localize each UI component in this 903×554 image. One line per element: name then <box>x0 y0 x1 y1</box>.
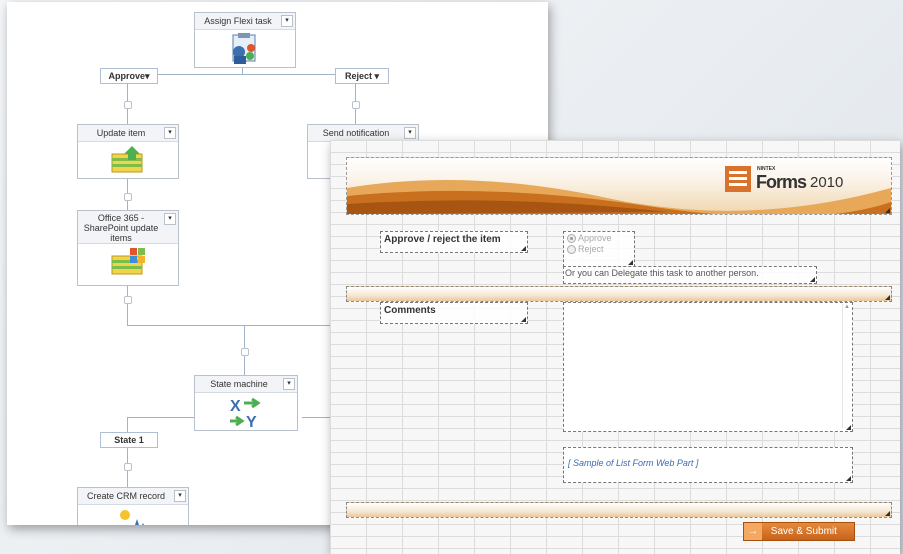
delegate-text-control[interactable]: Or you can Delegate this task to another… <box>563 266 817 284</box>
node-title: Create CRM record <box>86 491 166 501</box>
list-form-web-part[interactable]: [ Sample of List Form Web Part ] <box>563 447 853 483</box>
delegate-text: Or you can Delegate this task to another… <box>565 268 759 278</box>
branch-label: State 1 <box>114 435 144 445</box>
node-menu-dropdown[interactable]: ▾ <box>164 213 176 225</box>
connector-dot <box>352 101 360 109</box>
resize-handle[interactable] <box>885 295 890 300</box>
brand-year: 2010 <box>810 174 844 191</box>
connector-dot <box>241 348 249 356</box>
approve-reject-label: Approve / reject the item <box>384 234 501 245</box>
save-submit-button[interactable]: → Save & Submit <box>743 522 855 541</box>
office365-update-icon <box>111 248 145 275</box>
node-title: Assign Flexi task <box>204 16 272 26</box>
state-machine-node[interactable]: State machine ▾ X Y <box>194 375 298 431</box>
node-menu-dropdown[interactable]: ▾ <box>281 15 293 27</box>
connector-dot <box>124 296 132 304</box>
node-menu-dropdown[interactable]: ▾ <box>174 490 186 502</box>
node-menu-dropdown[interactable]: ▾ <box>164 127 176 139</box>
radio-option-approve[interactable]: Approve <box>564 232 634 244</box>
svg-text:Y: Y <box>246 414 257 429</box>
scrollbar[interactable]: ▲ <box>842 304 851 428</box>
resize-handle[interactable] <box>846 425 851 430</box>
approve-reject-radio-group[interactable]: Approve Reject <box>563 231 635 267</box>
resize-handle[interactable] <box>628 260 633 265</box>
scroll-up-icon: ▲ <box>844 304 850 310</box>
chevron-down-icon: ▾ <box>144 71 150 81</box>
section-separator <box>346 502 892 518</box>
state-machine-xy-icon: X Y <box>230 397 261 429</box>
node-title: Send notification <box>322 128 390 138</box>
node-menu-dropdown[interactable]: ▾ <box>404 127 416 139</box>
resize-handle[interactable] <box>521 246 526 251</box>
resize-handle[interactable] <box>810 277 815 282</box>
list-form-text: [ Sample of List Form Web Part ] <box>568 458 699 468</box>
brand-name: Forms <box>756 172 807 192</box>
comments-textarea[interactable]: ▲ <box>563 302 853 432</box>
crm-icon <box>120 510 144 525</box>
form-banner: NINTEX Forms 2010 <box>346 157 892 215</box>
resize-handle[interactable] <box>885 511 890 516</box>
branch-state-1[interactable]: State 1 <box>100 432 158 448</box>
radio-selected-icon <box>567 234 576 244</box>
node-title: Update item <box>96 128 146 138</box>
create-crm-record-node[interactable]: Create CRM record ▾ <box>77 487 189 525</box>
radio-icon <box>567 245 576 255</box>
branch-reject[interactable]: Reject ▾ <box>335 68 389 84</box>
comments-label-control[interactable]: Comments <box>380 302 528 324</box>
node-title: State machine <box>210 379 268 389</box>
node-title: Office 365 - SharePoint update items <box>83 213 159 243</box>
node-menu-dropdown[interactable]: ▾ <box>283 378 295 390</box>
svg-text:X: X <box>230 398 241 415</box>
connector-dot <box>124 463 132 471</box>
radio-option-reject[interactable]: Reject <box>564 244 634 255</box>
save-submit-label: Save & Submit <box>770 526 837 537</box>
radio-label: Reject <box>578 244 604 255</box>
connector-dot <box>124 101 132 109</box>
flexi-task-icon <box>232 33 256 64</box>
nintex-form-panel: NINTEX Forms 2010 Approve / reject the i… <box>330 140 900 554</box>
branch-approve[interactable]: Approve▾ <box>100 68 158 84</box>
resize-handle[interactable] <box>846 476 851 481</box>
comments-label: Comments <box>384 305 436 316</box>
approve-reject-label-control[interactable]: Approve / reject the item <box>380 231 528 253</box>
resize-handle[interactable] <box>885 208 890 213</box>
update-list-icon <box>111 146 143 173</box>
resize-handle[interactable] <box>521 317 526 322</box>
connector-dot <box>124 193 132 201</box>
update-item-node[interactable]: Update item ▾ <box>77 124 179 179</box>
branch-label: Approve <box>108 71 145 81</box>
radio-label: Approve <box>578 233 612 243</box>
assign-flexi-task-node[interactable]: Assign Flexi task ▾ <box>194 12 296 68</box>
chevron-down-icon: ▾ <box>374 71 380 81</box>
office365-update-items-node[interactable]: Office 365 - SharePoint update items ▾ <box>77 210 179 286</box>
section-separator <box>346 286 892 302</box>
branch-label: Reject <box>344 71 372 81</box>
arrow-right-icon: → <box>744 523 762 540</box>
